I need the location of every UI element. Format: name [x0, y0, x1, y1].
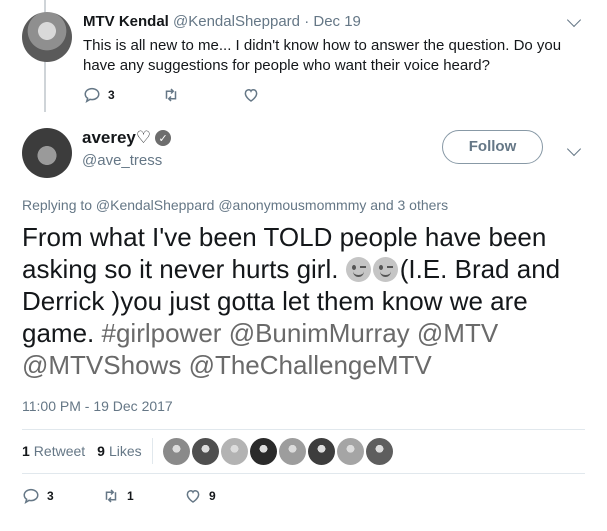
liker-avatars: [162, 437, 393, 465]
wink-emoji-icon: [372, 257, 398, 282]
date-separator: ·: [304, 13, 310, 30]
divider: [22, 429, 585, 430]
mention-link[interactable]: @MTV: [417, 318, 498, 348]
tweet-date[interactable]: Dec 19: [313, 13, 361, 30]
reply-count: 3: [47, 489, 54, 503]
reply-icon: [23, 488, 39, 505]
reply-icon: [84, 87, 100, 104]
reply-count: 3: [108, 88, 115, 102]
divider: [151, 438, 153, 464]
liker-avatar[interactable]: [162, 437, 190, 465]
avatar[interactable]: [22, 12, 72, 62]
tweet-text: From what I've been TOLD people have bee…: [22, 221, 592, 381]
tweet-header: MTV Kendal @KendalSheppard · Dec 19: [83, 13, 361, 30]
like-count: 9: [209, 489, 216, 503]
caret-down-icon[interactable]: [566, 141, 582, 157]
liker-avatar[interactable]: [336, 437, 364, 465]
retweet-count: 1: [127, 489, 134, 503]
handle[interactable]: @KendalSheppard: [173, 13, 300, 30]
display-name[interactable]: MTV Kendal: [83, 13, 169, 30]
liker-avatar[interactable]: [278, 437, 306, 465]
liker-avatar[interactable]: [249, 437, 277, 465]
caret-down-icon[interactable]: [566, 12, 582, 28]
mention-link[interactable]: @MTVShows: [22, 350, 181, 380]
liker-avatar[interactable]: [220, 437, 248, 465]
hashtag-link[interactable]: #girlpower: [102, 318, 222, 348]
verified-icon: ✓: [155, 130, 172, 146]
mention-link[interactable]: @TheChallengeMTV: [189, 350, 432, 380]
like-button[interactable]: [242, 86, 267, 104]
reply-button[interactable]: 3: [22, 487, 54, 505]
liker-avatar[interactable]: [307, 437, 335, 465]
tweet-timestamp[interactable]: 11:00 PM - 19 Dec 2017: [22, 398, 173, 414]
mention-link[interactable]: @BunimMurray: [229, 318, 410, 348]
like-icon: [186, 489, 200, 503]
display-name: averey♡: [82, 128, 152, 147]
retweet-button[interactable]: [162, 86, 187, 104]
liker-avatar[interactable]: [191, 437, 219, 465]
like-button[interactable]: 9: [184, 487, 216, 505]
retweets-stat[interactable]: 1 Retweet: [22, 443, 85, 459]
retweet-icon: [105, 489, 117, 503]
parent-tweet[interactable]: MTV Kendal @KendalSheppard · Dec 19 This…: [0, 0, 607, 112]
likes-stat[interactable]: 9 Likes: [97, 443, 141, 459]
author-name-row[interactable]: averey♡ ✓: [82, 128, 172, 148]
handle[interactable]: @ave_tress: [82, 152, 162, 169]
main-tweet: averey♡ ✓ @ave_tress Follow Replying to …: [0, 112, 607, 531]
follow-button[interactable]: Follow: [442, 130, 543, 164]
wink-emoji-icon: [345, 257, 371, 282]
like-icon: [244, 88, 258, 102]
liker-avatar[interactable]: [365, 437, 393, 465]
engagement-stats: 1 Retweet 9 Likes: [22, 437, 393, 465]
retweet-icon: [165, 88, 177, 102]
avatar[interactable]: [22, 128, 72, 178]
reply-button[interactable]: 3: [83, 86, 115, 104]
divider: [22, 473, 585, 474]
retweet-button[interactable]: 1: [102, 487, 134, 505]
replying-to[interactable]: Replying to @KendalSheppard @anonymousmo…: [22, 197, 448, 213]
tweet-text: This is all new to me... I didn't know h…: [83, 37, 562, 74]
